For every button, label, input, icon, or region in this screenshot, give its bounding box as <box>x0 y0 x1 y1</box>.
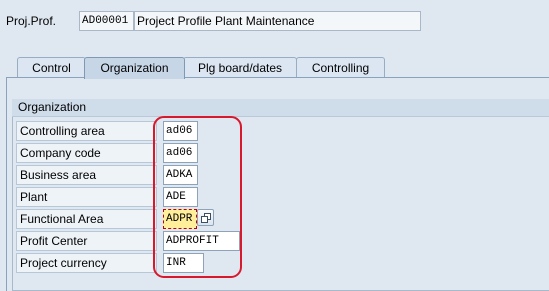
tab-controlling[interactable]: Controlling <box>296 57 385 78</box>
functional-area-label: Functional Area <box>16 209 157 229</box>
proj-prof-description-field: Project Profile Plant Maintenance <box>134 11 421 31</box>
tab-plg-board-dates[interactable]: Plg board/dates <box>183 57 297 78</box>
proj-prof-id-field[interactable]: AD00001 <box>79 11 134 31</box>
group-title: Organization <box>12 99 549 117</box>
proj-prof-label: Proj.Prof. <box>6 14 57 28</box>
annotation-highlight-ring <box>153 116 242 278</box>
tab-organization[interactable]: Organization <box>84 57 185 79</box>
project-currency-label: Project currency <box>16 253 157 273</box>
company-code-label: Company code <box>16 143 157 163</box>
business-area-label: Business area <box>16 165 157 185</box>
tab-control[interactable]: Control <box>17 57 86 78</box>
plant-label: Plant <box>16 187 157 207</box>
profit-center-label: Profit Center <box>16 231 157 251</box>
controlling-area-label: Controlling area <box>16 121 157 141</box>
